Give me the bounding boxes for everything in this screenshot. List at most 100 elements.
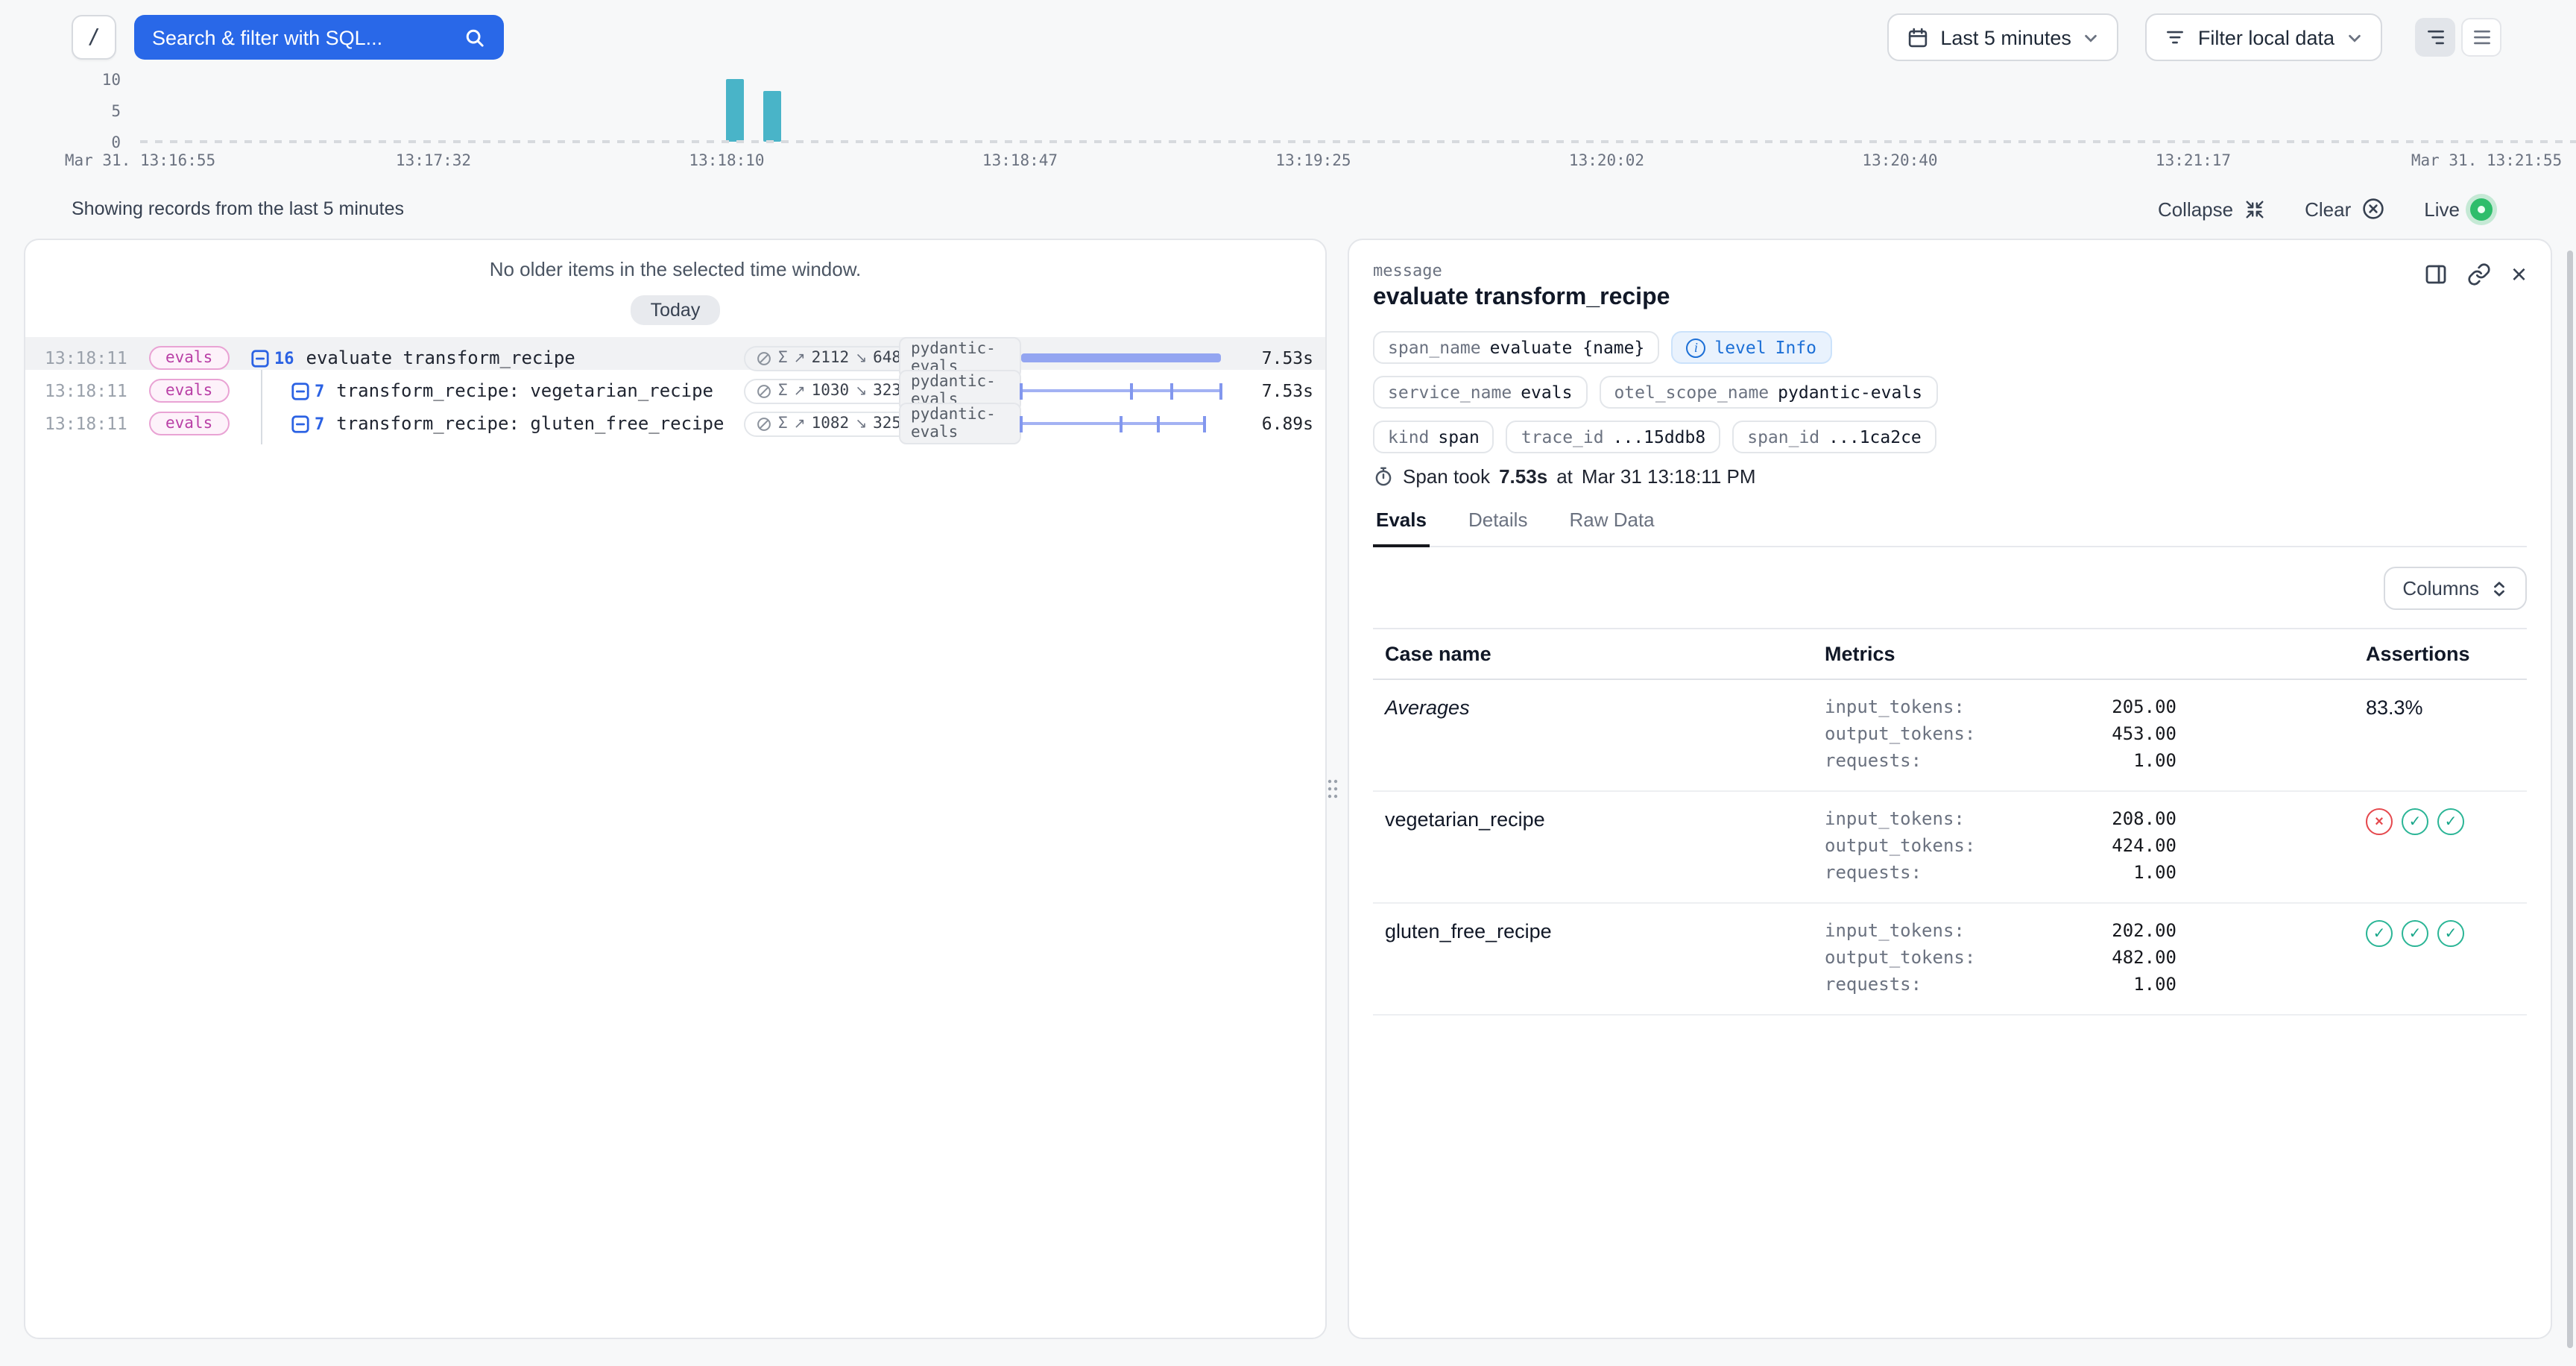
assertion-pass-icon[interactable]: ✓ [2437, 920, 2464, 947]
header-metrics: Metrics [1825, 643, 2366, 665]
scope-badge: pydantic-evals [899, 403, 1021, 444]
attribute-chip[interactable]: otel_scope_name pydantic-evals [1599, 376, 1937, 409]
chip-value: evals [1521, 382, 1572, 403]
span-timestamp: Mar 31 13:18:11 PM [1582, 465, 1756, 488]
duration-bar-tick [1219, 383, 1222, 399]
square-minus-icon [291, 381, 310, 400]
x-axis-label: 13:20:40 [1862, 152, 1937, 170]
span-count-badge[interactable]: 16 [250, 348, 294, 368]
trace-row-time: 13:18:11 [45, 380, 149, 401]
metric-label: input_tokens: [1825, 805, 1965, 832]
list-view-icon [2471, 27, 2492, 48]
open-in-panel-button[interactable] [2425, 262, 2449, 286]
chart-bar[interactable] [764, 92, 782, 142]
metric-label: requests: [1825, 971, 1922, 998]
span-count-badge[interactable]: 7 [291, 381, 324, 400]
scrollbar[interactable] [2567, 251, 2573, 1348]
close-icon: × [2511, 261, 2527, 288]
panel-resize-handle[interactable] [1322, 771, 1342, 807]
live-indicator-dot [2470, 198, 2493, 220]
attribute-chip[interactable]: i level Info [1671, 331, 1831, 364]
tree-connector [261, 403, 279, 444]
tokens-in-icon: ↗ [794, 383, 806, 399]
tokens-out-icon: ↘ [855, 350, 867, 366]
collapse-button[interactable]: Collapse [2158, 198, 2266, 220]
copy-link-button[interactable] [2468, 262, 2492, 286]
eval-case-row[interactable]: vegetarian_recipe input_tokens: 208.00 o… [1373, 792, 2527, 904]
case-assertions: × ✓ ✓ [2366, 805, 2515, 886]
chip-value: span [1438, 427, 1479, 447]
assertion-pass-icon[interactable]: ✓ [2402, 808, 2428, 835]
square-minus-icon [291, 414, 310, 433]
eval-case-row[interactable]: Averages input_tokens: 205.00 output_tok… [1373, 680, 2527, 792]
chip-key: service_name [1388, 382, 1512, 403]
filter-local-data-button[interactable]: Filter local data [2146, 13, 2382, 61]
attribute-chip[interactable]: span_name evaluate {name} [1373, 331, 1659, 364]
sql-search-button[interactable]: Search & filter with SQL... [134, 15, 503, 60]
metric-line: requests: 1.00 [1825, 859, 2176, 886]
metric-label: output_tokens: [1825, 832, 1975, 859]
trace-row[interactable]: 13:18:11 evals 7 transform_recipe: glute… [25, 403, 1325, 435]
time-range-button[interactable]: Last 5 minutes [1887, 13, 2119, 61]
tab-evals[interactable]: Evals [1373, 509, 1430, 547]
case-name: gluten_free_recipe [1385, 917, 1825, 998]
duration-bar-tick [1157, 415, 1160, 432]
metric-value: 1.00 [2133, 747, 2176, 774]
chip-key: level [1714, 337, 1766, 358]
metric-value: 1.00 [2133, 971, 2176, 998]
y-axis-label: 10 [102, 72, 121, 89]
chart-plot[interactable] [140, 81, 2487, 143]
trace-row[interactable]: 13:18:11 evals 7 transform_recipe: veget… [25, 370, 1325, 403]
list-view-button[interactable] [2461, 18, 2501, 57]
duration-bar-tick [1020, 383, 1023, 399]
date-pill: Today [631, 295, 720, 325]
main-panels: No older items in the selected time wind… [24, 239, 2552, 1339]
level-info-icon: i [1686, 338, 1705, 357]
tab-raw-data[interactable]: Raw Data [1566, 509, 1657, 547]
attribute-chip[interactable]: kind span [1373, 421, 1494, 453]
tree-view-button[interactable] [2415, 18, 2455, 57]
close-button[interactable]: × [2511, 261, 2527, 288]
duration-bar-tick [1129, 383, 1132, 399]
live-button[interactable]: Live [2424, 198, 2493, 220]
duration-bar [1021, 415, 1204, 432]
chart-bar[interactable] [726, 79, 744, 142]
collapse-label: Collapse [2158, 198, 2233, 220]
duration-bar-track [1021, 403, 1230, 444]
stopwatch-icon [1373, 465, 1394, 488]
link-icon [2468, 262, 2492, 286]
token-circle-icon [756, 383, 772, 399]
empty-window-message: No older items in the selected time wind… [25, 258, 1325, 280]
columns-button[interactable]: Columns [2383, 567, 2527, 610]
assertion-pass-icon[interactable]: ✓ [2402, 920, 2428, 947]
assertion-fail-icon[interactable]: × [2366, 808, 2393, 835]
assertion-pass-icon[interactable]: ✓ [2366, 920, 2393, 947]
clear-button[interactable]: Clear [2305, 197, 2385, 221]
x-axis: Mar 31. 13:16:5513:17:3213:18:1013:18:47… [140, 152, 2487, 176]
case-assertions: 83.3% [2366, 693, 2515, 774]
slash-shortcut-button[interactable]: / [72, 15, 116, 60]
metric-label: input_tokens: [1825, 917, 1965, 944]
detail-header-actions: × [2425, 261, 2527, 288]
tokens-out: 325 [873, 415, 901, 432]
filter-label: Filter local data [2198, 26, 2334, 48]
trace-panel: No older items in the selected time wind… [24, 239, 1327, 1339]
span-count-badge[interactable]: 7 [291, 414, 324, 433]
attribute-chip[interactable]: service_name evals [1373, 376, 1587, 409]
attribute-chip[interactable]: span_id ...1ca2ce [1732, 421, 1936, 453]
attribute-chip[interactable]: trace_id ...15ddb8 [1506, 421, 1720, 453]
chip-value: Info [1775, 337, 1816, 358]
metric-label: output_tokens: [1825, 944, 1975, 971]
metric-line: output_tokens: 453.00 [1825, 720, 2176, 747]
metric-label: input_tokens: [1825, 693, 1965, 720]
chip-key: span_name [1388, 337, 1481, 358]
eval-case-row[interactable]: gluten_free_recipe input_tokens: 202.00 … [1373, 904, 2527, 1016]
chip-key: trace_id [1521, 427, 1604, 447]
tab-details[interactable]: Details [1465, 509, 1531, 547]
metric-value: 453.00 [2112, 720, 2176, 747]
token-usage-chip: Σ ↗2112 ↘648 [744, 345, 913, 371]
assertion-pass-icon[interactable]: ✓ [2437, 808, 2464, 835]
metric-line: input_tokens: 205.00 [1825, 693, 2176, 720]
span-at-text: at [1556, 465, 1573, 488]
trace-row[interactable]: 13:18:11 evals 16 evaluate transform_rec… [25, 337, 1325, 370]
